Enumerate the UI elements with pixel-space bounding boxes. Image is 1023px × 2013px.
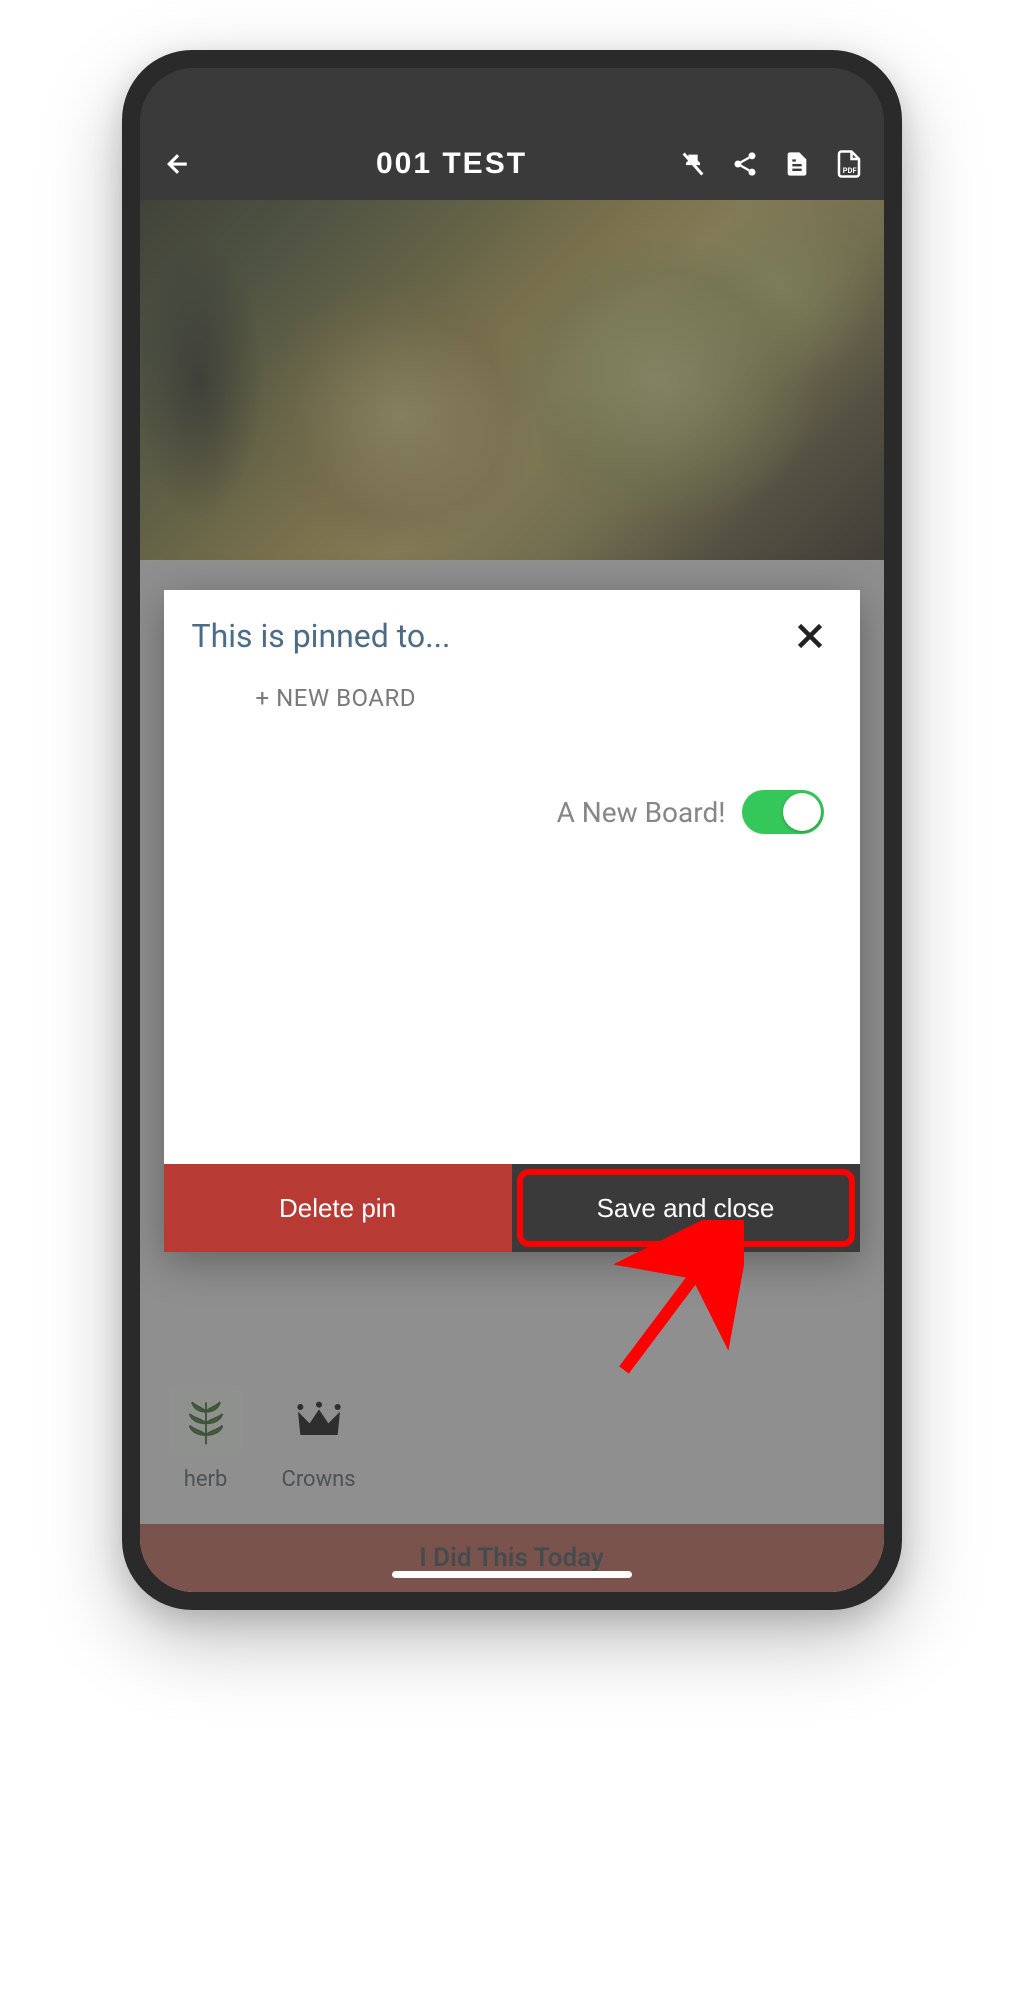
tag-crowns[interactable]: Crowns [282,1385,356,1492]
board-toggle[interactable] [742,790,824,834]
app-header: 001 TEST PDF [140,128,884,200]
crown-icon [283,1385,355,1457]
bottom-content: herb Crowns I Did This Today [140,1357,884,1592]
status-bar [140,68,884,128]
board-row: A New Board! [164,730,860,854]
tag-herb[interactable]: herb [170,1385,242,1492]
pdf-icon: PDF [834,149,864,179]
board-name-label: A New Board! [557,796,726,829]
unpin-button[interactable] [676,147,710,181]
close-icon [792,618,828,654]
new-board-button[interactable]: + NEW BOARD [164,666,860,730]
svg-text:PDF: PDF [842,166,856,175]
pin-modal: This is pinned to... + NEW BOARD A New B… [164,590,860,1252]
delete-pin-button[interactable]: Delete pin [164,1164,512,1252]
back-button[interactable] [158,144,198,184]
herb-icon [170,1385,242,1457]
tags-row: herb Crowns [162,1371,862,1524]
pin-off-icon [679,150,707,178]
share-button[interactable] [728,147,762,181]
modal-body-spacer [164,854,860,1164]
modal-footer: Delete pin Save and close [164,1164,860,1252]
document-icon [783,150,811,178]
modal-header: This is pinned to... [164,590,860,666]
arrow-left-icon [163,149,193,179]
page-title: 001 TEST [206,147,668,181]
document-button[interactable] [780,147,814,181]
phone-frame: 001 TEST PDF [122,50,902,1610]
save-and-close-button[interactable]: Save and close [512,1164,860,1252]
phone-screen: 001 TEST PDF [140,68,884,1592]
header-actions: PDF [676,147,866,181]
content-area: herb Crowns I Did This Today This is pin… [140,200,884,1592]
hero-image [140,200,884,560]
tag-crowns-label: Crowns [282,1467,356,1492]
i-did-this-button[interactable]: I Did This Today [140,1524,884,1592]
home-indicator[interactable] [392,1571,632,1578]
modal-title: This is pinned to... [192,617,451,655]
close-button[interactable] [788,614,832,658]
tag-herb-label: herb [184,1467,228,1492]
save-button-label: Save and close [597,1193,775,1224]
share-icon [731,150,759,178]
toggle-knob [783,793,821,831]
pdf-button[interactable]: PDF [832,147,866,181]
